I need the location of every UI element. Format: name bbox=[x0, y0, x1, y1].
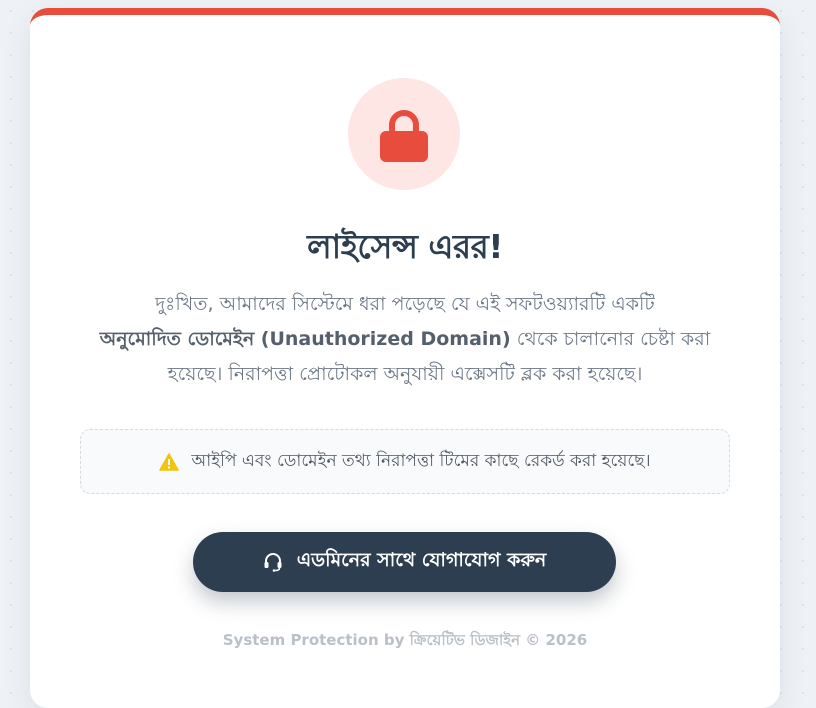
license-error-card: লাইসেন্স এরর! দুঃখিত, আমাদের সিস্টেমে ধর… bbox=[30, 8, 780, 708]
warning-icon bbox=[159, 452, 180, 471]
headset-icon bbox=[263, 552, 283, 572]
notice-text: আইপি এবং ডোমেইন তথ্য নিরাপত্তা টিমের কাছ… bbox=[191, 450, 651, 471]
page-title: লাইসেন্স এরর! bbox=[307, 227, 503, 266]
error-message: দুঃখিত, আমাদের সিস্টেমে ধরা পড়েছে যে এই… bbox=[70, 287, 740, 392]
contact-admin-button[interactable]: এডমিনের সাথে যোগাযোগ করুন bbox=[193, 532, 616, 592]
security-notice: আইপি এবং ডোমেইন তথ্য নিরাপত্তা টিমের কাছ… bbox=[80, 429, 730, 494]
message-highlight: অনুমোদিত ডোমেইন (Unauthorized Domain) bbox=[99, 328, 511, 350]
lock-icon bbox=[380, 110, 428, 162]
contact-button-label: এডমিনের সাথে যোগাযোগ করুন bbox=[296, 549, 547, 571]
footer-credit: System Protection by ক্রিয়েটিভ ডিজাইন ©… bbox=[222, 631, 588, 649]
message-text-start: দুঃখিত, আমাদের সিস্টেমে ধরা পড়েছে যে এই… bbox=[155, 293, 655, 315]
lock-icon-circle bbox=[348, 78, 460, 190]
